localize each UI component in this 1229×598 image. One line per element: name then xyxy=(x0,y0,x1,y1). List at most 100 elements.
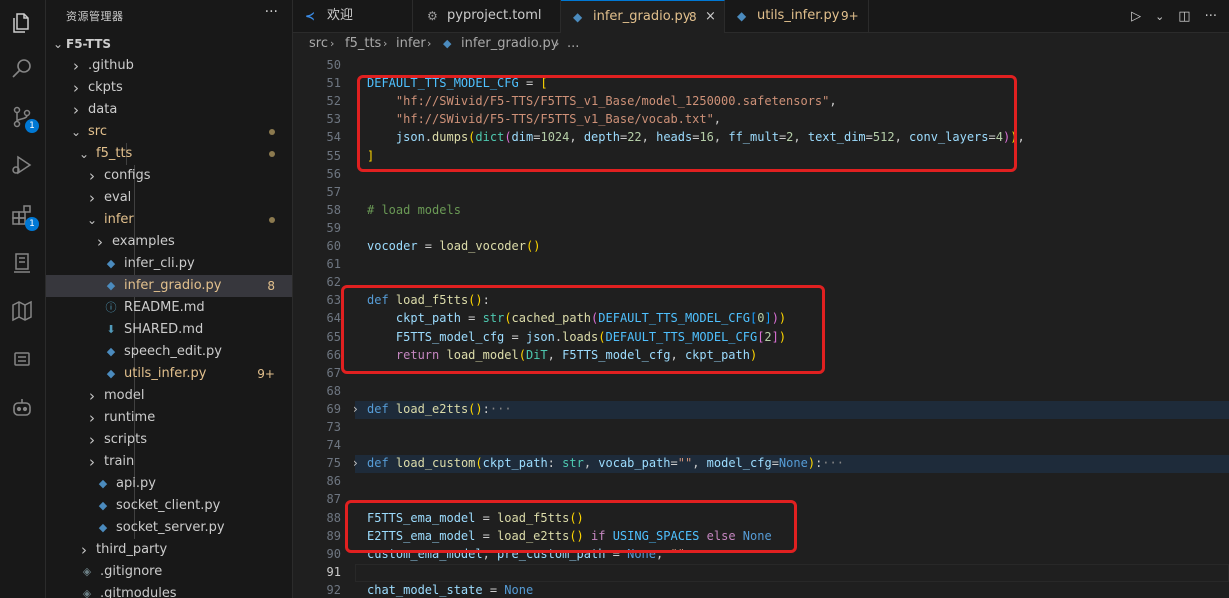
tree-item-label: eval xyxy=(104,190,132,205)
search-icon[interactable] xyxy=(9,56,35,82)
line-number: 54 xyxy=(326,130,341,145)
tree-item-label: socket_client.py xyxy=(116,498,221,513)
line-number: 75 xyxy=(326,456,341,471)
tree-item[interactable]: ◆ api.py xyxy=(46,473,292,495)
tree-item[interactable]: ◆ infer_cli.py xyxy=(46,253,292,275)
source-control-icon[interactable]: 1 xyxy=(9,104,39,133)
tree-item[interactable]: ⌄ f5_tts xyxy=(46,143,292,165)
tree-item[interactable]: › data xyxy=(46,99,292,121)
highlight-box-config xyxy=(357,75,1017,172)
line-number: 67 xyxy=(326,365,341,380)
tree-item-label: examples xyxy=(112,234,175,249)
line-number: 68 xyxy=(326,383,341,398)
line-number: 59 xyxy=(326,220,341,235)
breadcrumb-item[interactable]: ... xyxy=(567,33,579,55)
breadcrumb-item[interactable]: f5_tts xyxy=(345,33,381,55)
line-number: 74 xyxy=(326,438,341,453)
tree-item[interactable]: ⓘ README.md xyxy=(46,297,292,319)
chevron-right-icon: › xyxy=(89,453,95,471)
copilot-icon[interactable] xyxy=(9,394,35,420)
highlight-box-models xyxy=(345,500,797,553)
tree-item[interactable]: › .github xyxy=(46,55,292,77)
tree-item[interactable]: ◆ utils_infer.py 9+ xyxy=(46,363,292,385)
tree-item[interactable]: ◈ .gitmodules xyxy=(46,583,292,598)
python-icon: ◆ xyxy=(98,477,108,490)
tree-item[interactable]: ◆ socket_client.py xyxy=(46,495,292,517)
code-line: # load models xyxy=(367,202,461,217)
chevron-right-icon: › xyxy=(81,541,87,559)
line-number: 73 xyxy=(326,420,341,434)
tree-item[interactable]: ◆ speech_edit.py xyxy=(46,341,292,363)
tab-welcome[interactable]: ≺ 欢迎 xyxy=(293,0,413,33)
tree-item[interactable]: › scripts xyxy=(46,429,292,451)
list-icon[interactable] xyxy=(9,346,35,372)
breadcrumb-separator: › xyxy=(330,37,335,50)
tree-item[interactable]: › configs xyxy=(46,165,292,187)
tree-item[interactable]: ⌄ infer xyxy=(46,209,292,231)
chevron-right-icon: › xyxy=(97,233,103,251)
tree-item[interactable]: › eval xyxy=(46,187,292,209)
tree-root[interactable]: ⌄ F5-TTS xyxy=(46,33,292,55)
code-line: vocoder = load_vocoder() xyxy=(367,239,541,253)
tree-item-label: scripts xyxy=(104,432,147,447)
chevron-right-icon: › xyxy=(73,79,79,97)
tree-item[interactable]: › train xyxy=(46,451,292,473)
tree-item[interactable]: › third_party xyxy=(46,539,292,561)
problem-count: 8 xyxy=(689,10,697,24)
chevron-right-icon: › xyxy=(89,431,95,449)
breadcrumb-item[interactable]: src xyxy=(309,33,328,55)
line-number: 86 xyxy=(326,474,341,489)
run-icon[interactable]: ▷ xyxy=(1131,9,1141,24)
line-number: 90 xyxy=(326,546,341,561)
python-icon: ◆ xyxy=(106,345,116,358)
line-number: 92 xyxy=(326,582,341,597)
remote-explorer-icon[interactable] xyxy=(9,250,35,276)
run-debug-icon[interactable] xyxy=(9,152,35,178)
tree-item[interactable]: › model xyxy=(46,385,292,407)
more-actions-icon[interactable]: ··· xyxy=(1205,9,1217,24)
code-editor[interactable]: 50 51 DEFAULT_TTS_MODEL_CFG = [52 "hf://SW… xyxy=(293,55,1229,598)
chevron-right-icon: › xyxy=(73,101,79,119)
line-number: 52 xyxy=(326,94,341,109)
tree-item[interactable]: › examples xyxy=(46,231,292,253)
close-icon[interactable]: × xyxy=(705,1,716,33)
tab-pyproject[interactable]: ⚙ pyproject.toml xyxy=(413,0,561,33)
tree-item-label: src xyxy=(88,124,107,139)
chevron-right-icon[interactable]: › xyxy=(353,456,358,470)
vscode-icon: ≺ xyxy=(305,9,316,23)
breadcrumb-item[interactable]: infer xyxy=(396,33,426,55)
tree-item[interactable]: ⬇ SHARED.md xyxy=(46,319,292,341)
tab-utils-infer[interactable]: ◆ utils_infer.py 9+ xyxy=(725,0,869,33)
tree-item[interactable]: › runtime xyxy=(46,407,292,429)
tree-item-label: README.md xyxy=(124,300,205,315)
chevron-right-icon[interactable]: › xyxy=(353,402,358,416)
map-icon[interactable] xyxy=(9,298,35,324)
highlight-box-load-f5tts xyxy=(341,285,825,374)
line-number: 89 xyxy=(326,528,341,543)
tree-item-label: f5_tts xyxy=(96,146,133,161)
extensions-icon[interactable]: 1 xyxy=(9,202,39,231)
tab-infer-gradio[interactable]: ◆ infer_gradio.py 8 × xyxy=(561,0,725,33)
modified-dot xyxy=(269,151,275,157)
tree-item[interactable]: ◆ socket_server.py xyxy=(46,517,292,539)
run-dropdown-icon[interactable]: ⌄ xyxy=(1155,10,1164,23)
line-number: 61 xyxy=(326,257,341,272)
chevron-down-icon: ⌄ xyxy=(52,37,64,51)
more-actions-icon[interactable]: ··· xyxy=(265,4,278,20)
explorer-icon[interactable] xyxy=(9,10,35,36)
split-editor-icon[interactable]: ◫ xyxy=(1178,9,1190,24)
tree-item-label: runtime xyxy=(104,410,156,425)
tree-item-label: third_party xyxy=(96,542,168,557)
tree-item[interactable]: ⌄ src xyxy=(46,121,292,143)
breadcrumb-item[interactable]: infer_gradio.py xyxy=(461,33,559,55)
tree-item[interactable]: ◈ .gitignore xyxy=(46,561,292,583)
chevron-right-icon: › xyxy=(73,57,79,75)
python-icon: ◆ xyxy=(106,257,116,270)
python-icon: ◆ xyxy=(98,499,108,512)
chevron-down-icon: ⌄ xyxy=(78,147,90,161)
explorer-sidebar: 资源管理器 ··· ⌄ F5-TTS › .github › ckpts › data ⌄ s… xyxy=(46,0,293,598)
tree-item-label: infer_cli.py xyxy=(124,256,195,271)
tree-item[interactable]: › ckpts xyxy=(46,77,292,99)
tree-item[interactable]: ◆ infer_gradio.py 8 xyxy=(46,275,292,297)
code-line: def load_custom(ckpt_path: str, vocab_pa… xyxy=(367,456,844,471)
